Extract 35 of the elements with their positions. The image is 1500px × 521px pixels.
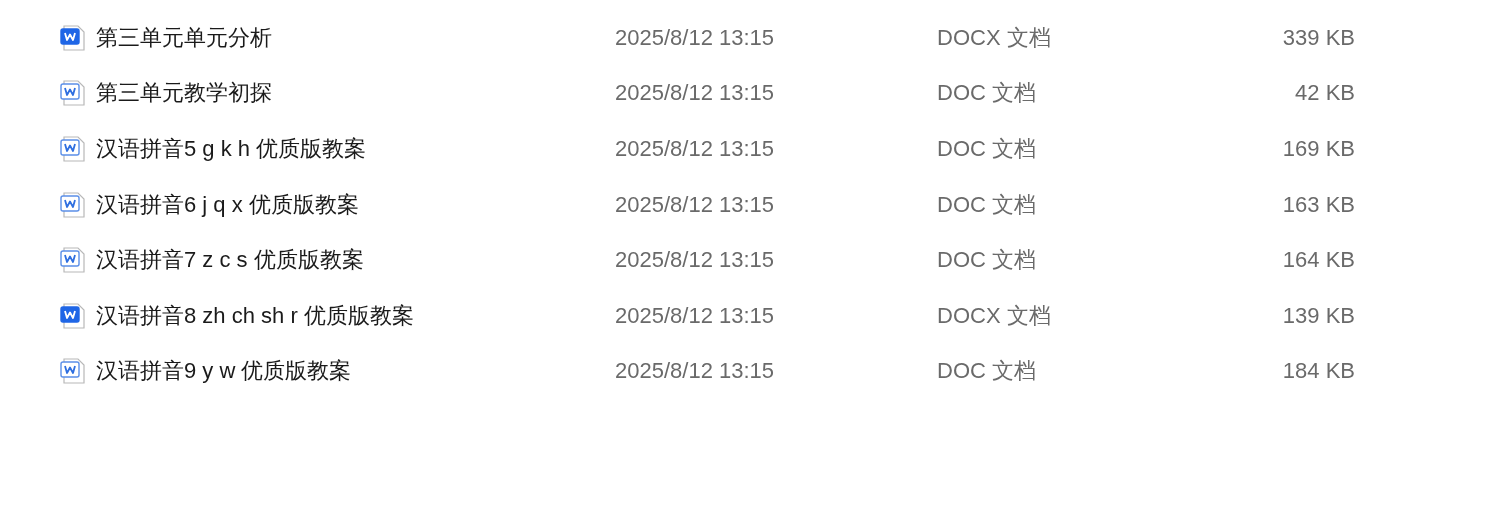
file-type: DOCX 文档 xyxy=(937,23,1051,52)
file-type: DOC 文档 xyxy=(937,79,1036,108)
word-document-icon xyxy=(58,245,88,276)
modified-date: 2025/8/12 13:15 xyxy=(615,247,775,274)
modified-date: 2025/8/12 13:15 xyxy=(615,358,775,385)
modified-date: 2025/8/12 13:15 xyxy=(615,80,775,107)
file-name[interactable]: 汉语拼音8 zh ch sh r 优质版教案 xyxy=(96,300,414,331)
file-size: 339 KB xyxy=(1282,24,1355,51)
modified-date: 2025/8/12 13:15 xyxy=(615,136,775,162)
file-name[interactable]: 汉语拼音5 g k h 优质版教案 xyxy=(96,134,367,164)
word-document-icon xyxy=(58,22,88,53)
word-document-icon xyxy=(58,189,88,220)
file-size: 184 KB xyxy=(1282,358,1355,385)
file-type: DOC 文档 xyxy=(937,135,1036,163)
modified-date: 2025/8/12 13:15 xyxy=(615,302,775,329)
file-size: 169 KB xyxy=(1282,136,1355,162)
file-name[interactable]: 第三单元教学初探 xyxy=(96,78,272,109)
file-size: 42 KB xyxy=(1295,80,1355,107)
file-size: 163 KB xyxy=(1282,191,1355,218)
file-type: DOC 文档 xyxy=(937,357,1036,386)
file-size: 139 KB xyxy=(1282,302,1355,329)
file-type: DOCX 文档 xyxy=(937,301,1051,330)
word-document-icon xyxy=(58,134,88,164)
modified-date: 2025/8/12 13:15 xyxy=(615,191,775,218)
word-document-icon xyxy=(58,78,88,109)
file-name[interactable]: 汉语拼音7 z c s 优质版教案 xyxy=(96,245,364,276)
modified-date: 2025/8/12 13:15 xyxy=(615,24,775,51)
file-size: 164 KB xyxy=(1282,247,1355,274)
word-document-icon xyxy=(58,300,88,331)
word-document-icon xyxy=(58,356,88,387)
file-type: DOC 文档 xyxy=(937,246,1036,275)
file-name[interactable]: 第三单元单元分析 xyxy=(96,22,272,53)
file-type: DOC 文档 xyxy=(937,190,1036,219)
file-name[interactable]: 汉语拼音9 y w 优质版教案 xyxy=(96,356,352,387)
file-name[interactable]: 汉语拼音6 j q x 优质版教案 xyxy=(96,189,359,220)
